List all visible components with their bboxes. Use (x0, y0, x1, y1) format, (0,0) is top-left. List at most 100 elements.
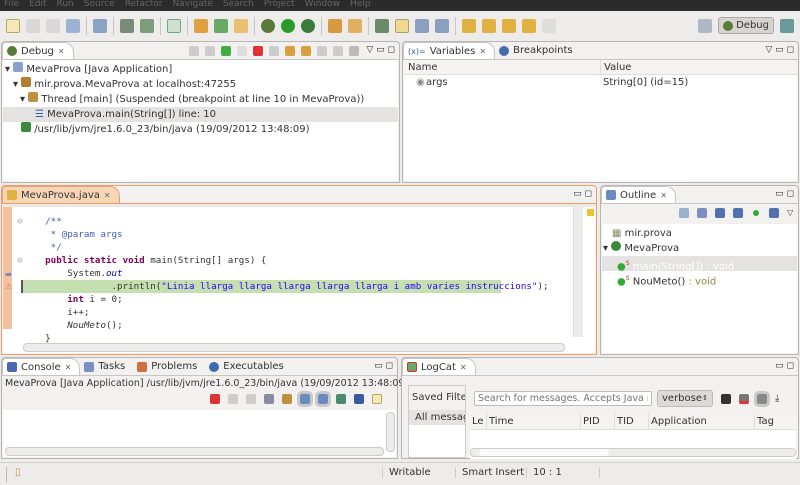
remove-launch-icon[interactable] (228, 394, 238, 404)
fast-view-icon[interactable]: ▯ (6, 467, 21, 482)
outline-package[interactable]: ▦ mir.prova (602, 226, 797, 241)
checklist-icon[interactable] (167, 18, 181, 33)
tab-executables[interactable]: Executables (205, 358, 291, 375)
column-name[interactable]: Name (408, 60, 438, 75)
column-tid[interactable]: TID (614, 414, 634, 429)
horizontal-scrollbar[interactable] (5, 447, 384, 456)
clear-log-icon[interactable] (739, 393, 749, 404)
step-into-icon[interactable] (285, 45, 295, 56)
view-menu-icon[interactable]: ▽ (787, 208, 793, 218)
next-annotation-icon[interactable] (462, 18, 476, 33)
tab-breakpoints[interactable]: Breakpoints (495, 42, 581, 59)
overview-warning-marker[interactable] (587, 209, 594, 216)
tab-problems[interactable]: Problems (133, 358, 205, 375)
mark-occurrences-icon[interactable] (395, 18, 409, 33)
build-icon[interactable] (93, 18, 107, 33)
menu-file[interactable]: File (4, 0, 19, 9)
prev-annotation-icon[interactable] (482, 18, 496, 33)
tab-mevaprova-java[interactable]: MevaProva.java ✕ (2, 186, 120, 203)
column-application[interactable]: Application (648, 414, 707, 429)
show-whitespace-icon[interactable] (435, 18, 449, 33)
vertical-scrollbar[interactable] (386, 412, 395, 452)
tab-logcat[interactable]: LogCat ✕ (402, 358, 476, 375)
forward-icon[interactable] (542, 18, 556, 33)
open-project-icon[interactable] (194, 18, 208, 33)
menu-search[interactable]: Search (223, 0, 254, 9)
column-tag[interactable]: Tag (754, 414, 774, 429)
close-icon[interactable]: ✕ (65, 363, 72, 372)
junit-icon[interactable] (214, 18, 228, 33)
menu-help[interactable]: Help (350, 0, 371, 9)
remove-terminated-icon[interactable] (189, 45, 199, 56)
column-pid[interactable]: PID (580, 414, 600, 429)
hide-nonpublic-icon[interactable] (753, 210, 759, 216)
column-time[interactable]: Time (486, 414, 513, 429)
step-filters-icon[interactable] (349, 45, 359, 56)
tab-debug[interactable]: Debug ✕ (2, 42, 74, 59)
display-console-icon[interactable] (354, 394, 364, 404)
tree-item-thread[interactable]: ▾ Thread [main] (Suspended (breakpoint a… (3, 92, 398, 107)
drop-to-frame-icon[interactable] (333, 45, 343, 56)
save-all-icon[interactable] (46, 18, 60, 33)
close-icon[interactable]: ✕ (58, 47, 65, 56)
tree-item-application[interactable]: ▾ MevaProva [Java Application] (3, 62, 398, 77)
new-class-icon[interactable] (234, 18, 248, 33)
tree-item-vm[interactable]: ▾ mir.prova.MevaProva at localhost:47255 (3, 77, 398, 92)
hide-local-types-icon[interactable] (769, 208, 779, 218)
clear-console-icon[interactable] (264, 394, 274, 404)
horizontal-scrollbar[interactable] (470, 448, 796, 457)
print-icon[interactable] (66, 18, 80, 33)
toggle-filters-icon[interactable] (754, 390, 770, 407)
scroll-lock-icon[interactable]: ⤓ (775, 393, 779, 404)
run-icon[interactable] (281, 18, 295, 33)
log-level-select[interactable]: verbose ⇕ (657, 390, 713, 407)
save-log-icon[interactable] (721, 393, 731, 404)
view-menu-minmax-icon[interactable]: ▽ ▭ ◻ (366, 45, 395, 55)
debug-icon[interactable] (261, 18, 275, 33)
tab-outline[interactable]: Outline ✕ (601, 186, 676, 203)
tree-item-process[interactable]: /usr/lib/jvm/jre1.6.0_23/bin/java (19/09… (3, 122, 398, 137)
suspend-icon[interactable] (237, 45, 247, 56)
back-icon[interactable] (522, 18, 536, 33)
step-return-icon[interactable] (317, 45, 327, 56)
show-on-stderr-icon[interactable] (315, 391, 331, 407)
avd-manager-icon[interactable] (140, 18, 154, 33)
close-icon[interactable]: ✕ (660, 191, 667, 200)
outline-method-noumeto[interactable]: ●S NouMeto() : void (602, 271, 797, 287)
annotation-icon[interactable] (375, 18, 389, 33)
last-edit-icon[interactable] (502, 18, 516, 33)
column-level[interactable]: Le (472, 414, 484, 429)
sdk-manager-icon[interactable] (120, 18, 134, 33)
open-perspective-icon[interactable] (698, 18, 713, 33)
code-editor[interactable]: ⇛ ⚠ ⊖ /** * @param args */ ⊖ public stat… (3, 204, 595, 370)
outline-method-main[interactable]: ●S main(String[]) : void (602, 256, 797, 272)
remove-all-terminated-icon[interactable] (246, 394, 256, 404)
connect-icon[interactable] (205, 45, 215, 56)
minmax-icon[interactable]: ▭ ◻ (775, 361, 794, 371)
close-icon[interactable]: ✕ (460, 363, 467, 372)
save-icon[interactable] (26, 18, 40, 33)
view-menu-minmax-icon[interactable]: ▽ ▭ ◻ (765, 45, 794, 55)
menu-edit[interactable]: Edit (29, 0, 46, 9)
menu-window[interactable]: Window (305, 0, 341, 9)
tab-console[interactable]: Console ✕ (2, 358, 81, 375)
tab-tasks[interactable]: Tasks (80, 358, 133, 375)
close-icon[interactable]: ✕ (479, 47, 486, 56)
debug-perspective-button[interactable]: Debug (718, 17, 774, 34)
menu-refactor[interactable]: Refactor (125, 0, 163, 9)
minmax-icon[interactable]: ▭ ◻ (374, 361, 393, 371)
tree-item-stack-frame[interactable]: ☰ MevaProva.main(String[]) line: 10 (3, 107, 398, 122)
menu-source[interactable]: Source (84, 0, 115, 9)
close-icon[interactable]: ✕ (104, 191, 111, 200)
minmax-icon[interactable]: ▭ ◻ (573, 189, 592, 199)
column-value[interactable]: Value (600, 60, 631, 75)
outline-class[interactable]: ▾ MevaProva (602, 241, 797, 256)
external-tools-icon[interactable] (301, 18, 315, 33)
variable-row[interactable]: ◉ args String[0] (id=15) (404, 75, 797, 90)
other-perspective-icon[interactable] (780, 18, 794, 33)
terminate-icon[interactable] (210, 394, 220, 404)
resume-icon[interactable] (221, 45, 231, 56)
minmax-icon[interactable]: ▭ ◻ (775, 189, 794, 199)
tab-variables[interactable]: (x)= Variables ✕ (403, 42, 496, 59)
collapse-all-icon[interactable] (679, 208, 689, 218)
